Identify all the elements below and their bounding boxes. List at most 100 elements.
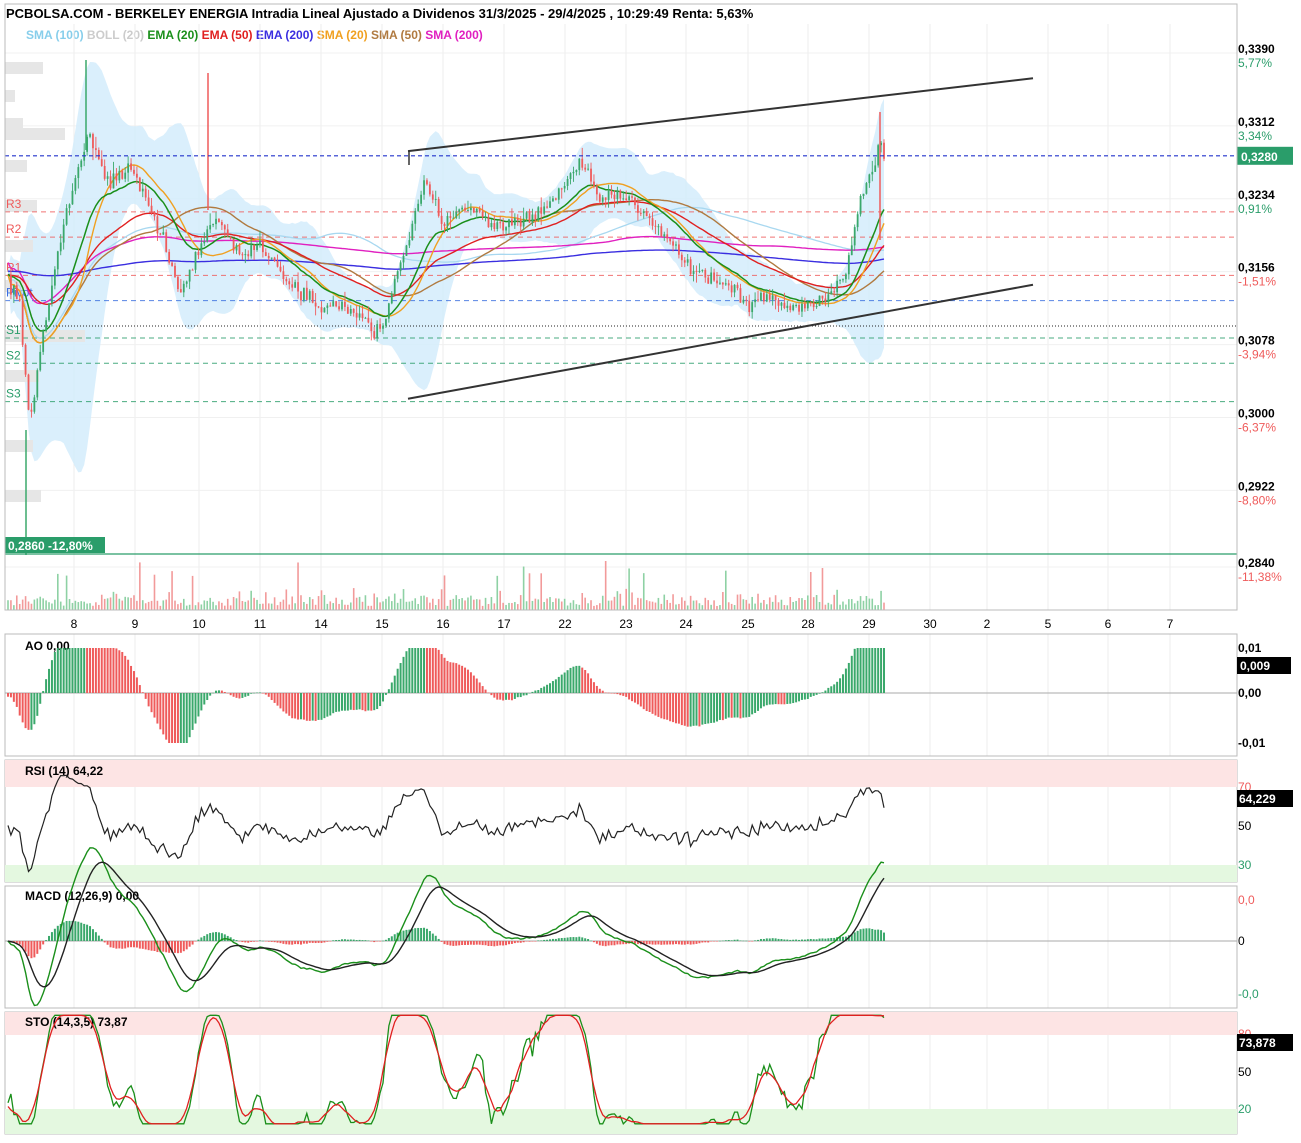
- candle-body: [36, 370, 39, 398]
- volume-bar: [522, 566, 525, 610]
- volume-bar: [250, 590, 252, 610]
- ao-bar: [83, 648, 86, 693]
- candle-body: [516, 218, 519, 220]
- candle-body: [434, 198, 437, 200]
- candle-body: [575, 170, 578, 172]
- ao-bar: [159, 693, 162, 730]
- macd-hist-bar: [701, 941, 704, 943]
- candle-body: [634, 197, 636, 206]
- macd-hist-bar: [449, 941, 452, 946]
- y-tick-pct: -3,94%: [1238, 348, 1276, 362]
- candle-body: [475, 208, 478, 213]
- macd-hist-bar: [402, 930, 405, 941]
- ao-bar: [490, 693, 493, 696]
- volume-bar: [698, 603, 701, 610]
- macd-hist-bar: [686, 941, 689, 945]
- ao-bar: [730, 693, 733, 718]
- macd-hist-bar: [554, 938, 557, 941]
- candle-body: [10, 274, 12, 295]
- candle-body: [853, 227, 856, 246]
- x-tick-label: 22: [558, 617, 572, 631]
- y-tick-label: 0,2840: [1238, 556, 1275, 570]
- y-tick-pct: 0,91%: [1238, 202, 1272, 216]
- candle-body: [481, 211, 484, 218]
- volume-bar: [467, 597, 469, 610]
- macd-hist-bar: [452, 941, 455, 946]
- ao-bar: [74, 648, 77, 693]
- candle-body: [431, 194, 434, 200]
- ao-bar: [478, 682, 481, 693]
- volume-bar: [798, 598, 800, 610]
- volume-bar: [18, 603, 21, 610]
- ao-bar: [762, 693, 765, 707]
- ao-bar: [815, 693, 818, 695]
- ao-bar: [153, 693, 156, 718]
- ao-bar: [572, 666, 575, 693]
- macd-hist-bar: [733, 939, 736, 941]
- macd-hist-bar: [311, 941, 314, 943]
- candle-body: [218, 218, 220, 223]
- candle-body: [554, 198, 557, 200]
- volume-bar: [590, 600, 592, 610]
- macd-hist-bar: [288, 941, 291, 945]
- ao-bar: [452, 662, 455, 693]
- ao-bar: [469, 672, 472, 693]
- volume-bar: [555, 598, 557, 610]
- ao-bar: [258, 692, 261, 693]
- volume-bar: [771, 601, 774, 610]
- volume-bar: [742, 599, 745, 610]
- macd-hist-bar: [425, 928, 428, 941]
- ao-bar: [455, 663, 458, 693]
- ao-bar: [171, 693, 174, 743]
- ao-bar: [423, 648, 426, 693]
- macd-hist-bar: [475, 941, 478, 945]
- candle-body: [300, 291, 302, 301]
- candle-body: [364, 317, 367, 319]
- candle-body: [308, 291, 311, 300]
- volume-bar: [856, 600, 859, 610]
- macd-hist-bar: [212, 932, 215, 941]
- volume-bar: [253, 597, 255, 610]
- candle-body: [464, 207, 466, 211]
- volume-bar: [27, 601, 30, 610]
- volume-bar: [540, 573, 543, 610]
- volume-bar: [308, 597, 311, 610]
- macd-hist-bar: [522, 941, 525, 943]
- volume-bar: [15, 595, 18, 610]
- ao-bar: [610, 692, 613, 694]
- volume-bar: [42, 598, 44, 610]
- ao-bar: [431, 648, 434, 693]
- macd-hist-bar: [610, 941, 613, 946]
- candle-body: [15, 285, 18, 300]
- macd-hist-bar: [53, 928, 56, 941]
- volume-bar: [783, 604, 786, 610]
- candle-body: [657, 226, 660, 228]
- ao-bar: [856, 648, 859, 693]
- macd-hist-bar: [601, 941, 604, 946]
- macd-hist-bar: [780, 939, 783, 941]
- macd-hist-bar: [94, 932, 97, 941]
- volume-bar: [871, 598, 874, 610]
- volume-bar: [262, 603, 264, 610]
- volume-bar: [77, 602, 80, 610]
- volume-bar: [490, 597, 493, 610]
- volume-bar: [13, 605, 15, 610]
- candle-body: [534, 214, 537, 221]
- y-tick-pct: 3,34%: [1238, 129, 1272, 143]
- macd-hist-bar: [654, 941, 657, 945]
- volume-bar: [229, 605, 232, 610]
- macd-hist-bar: [150, 941, 153, 951]
- candle-body: [642, 211, 645, 214]
- volume-bar: [470, 595, 472, 610]
- macd-y-tick: 0,0: [1238, 893, 1255, 907]
- macd-hist-bar: [423, 927, 426, 941]
- macd-hist-bar: [613, 941, 616, 946]
- macd-hist-bar: [121, 941, 124, 949]
- ao-bar: [440, 654, 443, 693]
- ao-bar: [270, 693, 273, 701]
- volume-bar: [171, 571, 173, 610]
- macd-hist-bar: [291, 941, 294, 945]
- volume-bar: [364, 595, 367, 610]
- volume-bar: [57, 573, 59, 610]
- macd-hist-bar: [182, 941, 185, 952]
